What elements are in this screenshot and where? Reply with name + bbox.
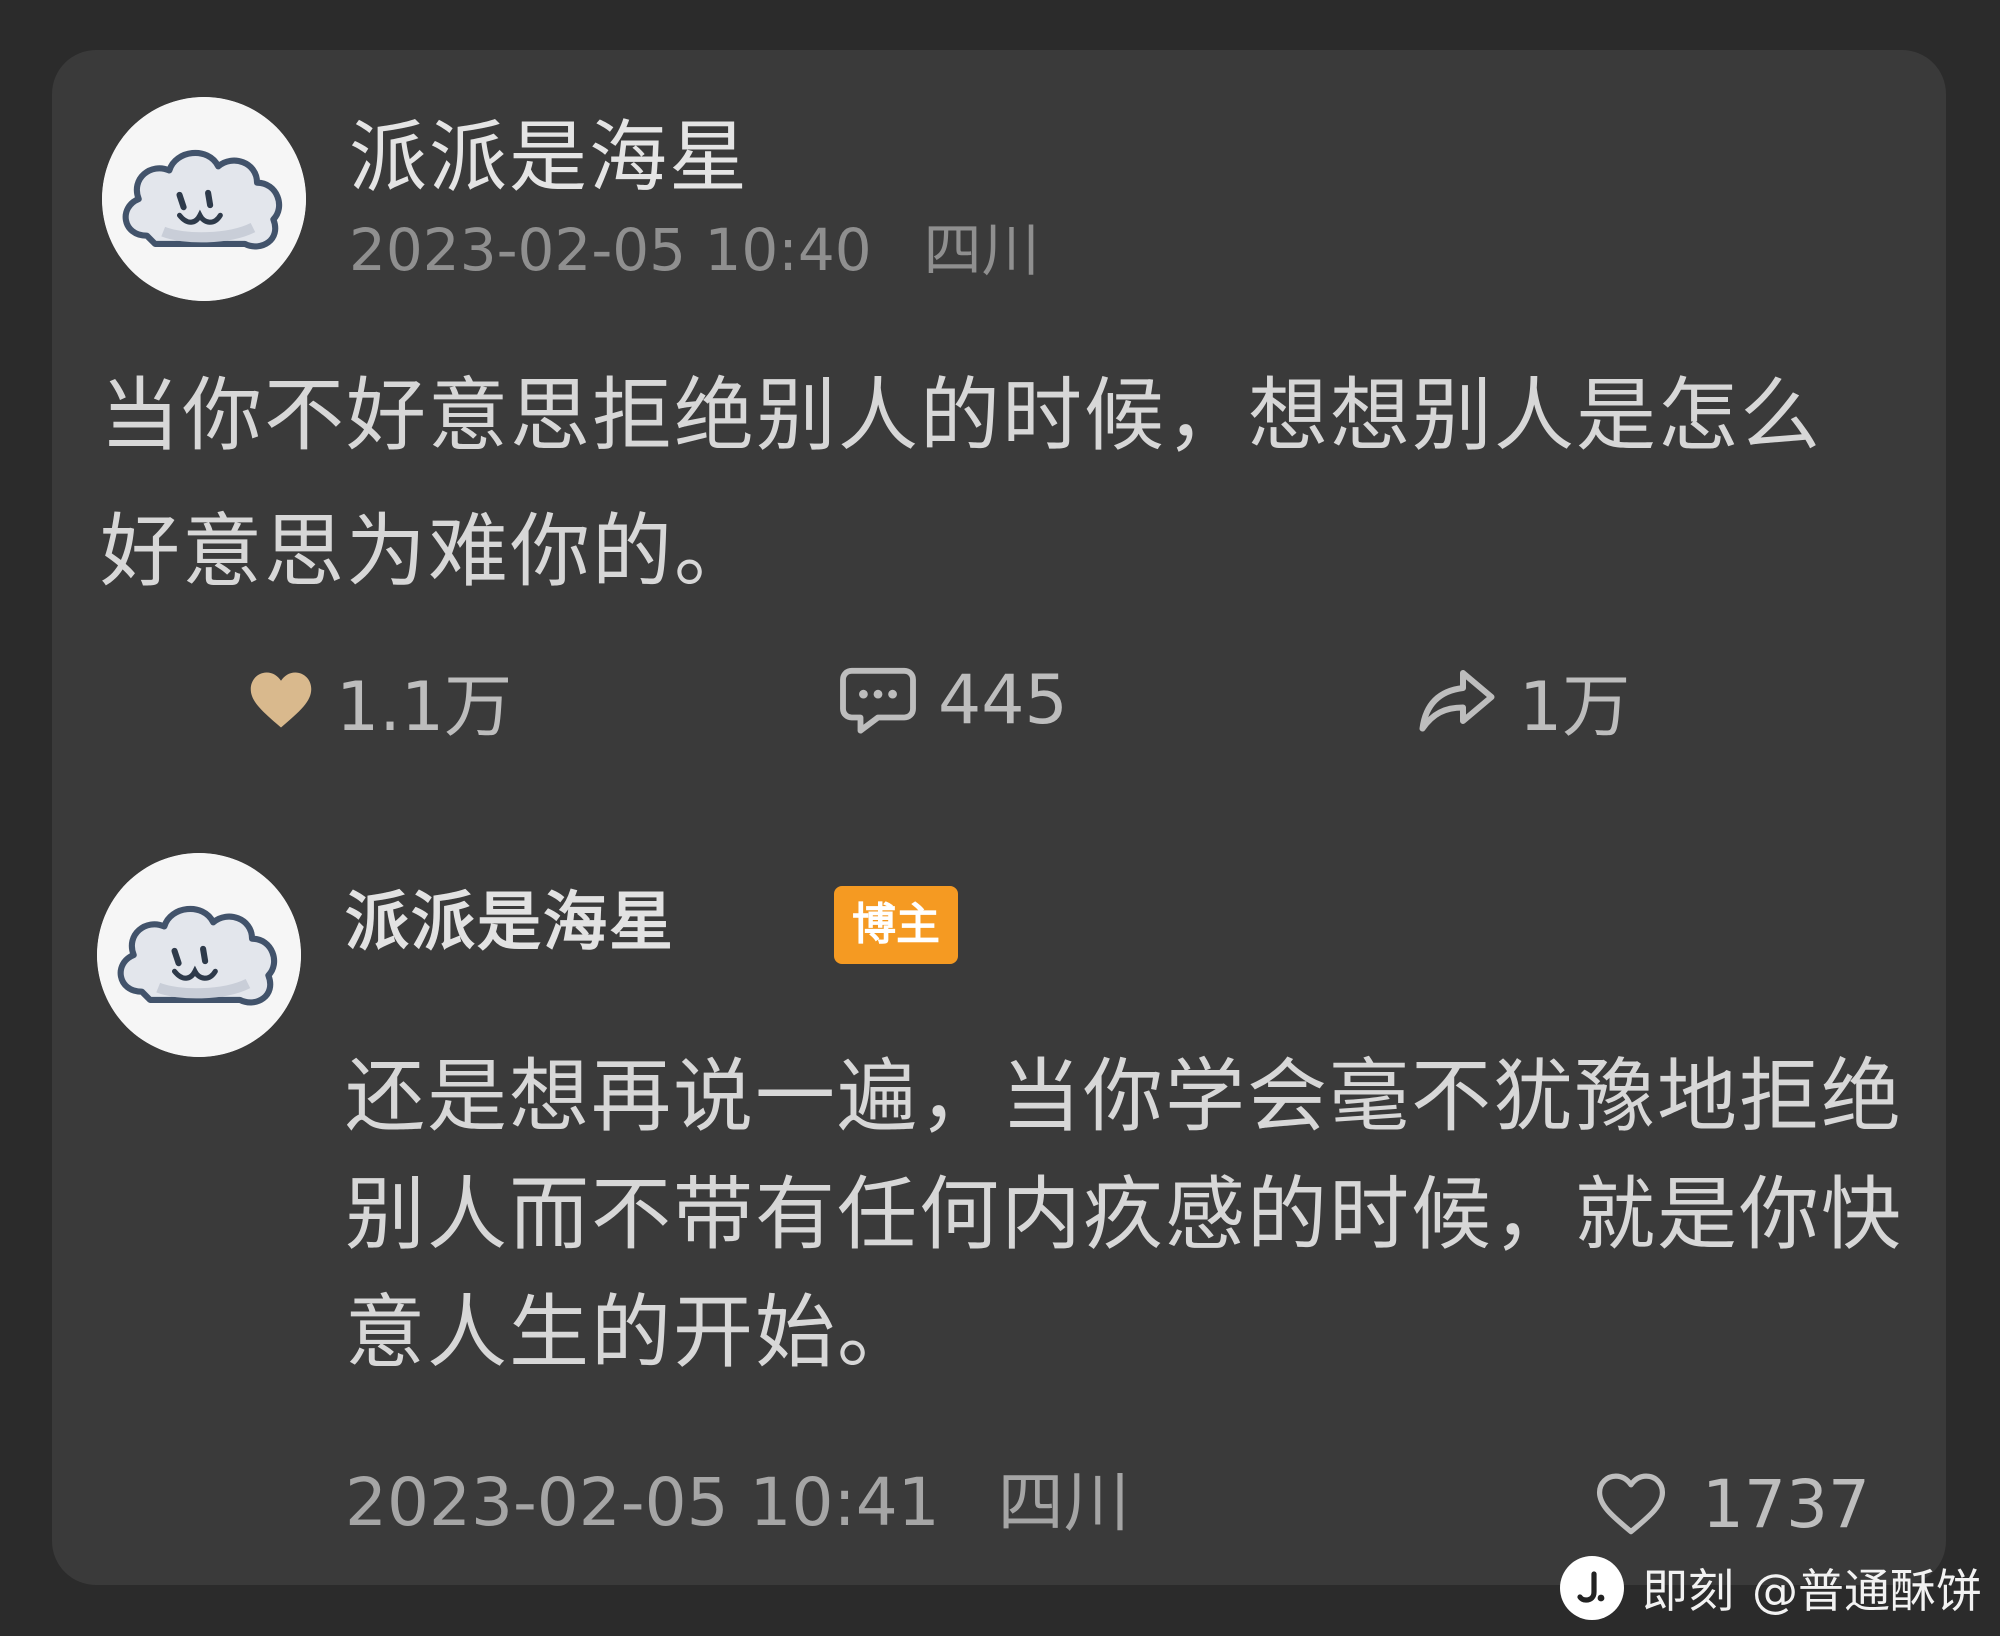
post-actions: 1.1万 445 1万 — [52, 650, 1946, 750]
reply-meta: 2023-02-05 10:41 四川 — [345, 1460, 1130, 1546]
reply-author-name[interactable]: 派派是海星 — [345, 883, 675, 963]
reply-body: 还是想再说一遍，当你学会毫不犹豫地拒绝别人而不带有任何内疚感的时候，就是你快意人… — [345, 1050, 1903, 1379]
share-count: 1万 — [1519, 667, 1631, 747]
cloud-avatar-icon[interactable] — [97, 853, 301, 1057]
post-author-name[interactable]: 派派是海星 — [349, 108, 749, 208]
heart-outline-icon — [1596, 1473, 1666, 1535]
watermark-handle: @普通酥饼 — [1752, 1564, 1982, 1618]
watermark: 即刻 @普通酥饼 — [1560, 1548, 1982, 1628]
share-button[interactable]: 1万 — [1417, 650, 1630, 750]
post-timestamp: 2023-02-05 10:40 — [349, 216, 872, 284]
reply-location: 四川 — [997, 1464, 1130, 1541]
jike-logo-icon — [1560, 1556, 1624, 1620]
cloud-avatar-icon[interactable] — [102, 97, 306, 301]
post-body: 当你不好意思拒绝别人的时候，想想别人是怎么好意思为难你的。 — [100, 369, 1822, 598]
like-button[interactable]: 1.1万 — [248, 650, 512, 750]
post-meta: 2023-02-05 10:40 四川 — [349, 215, 1040, 285]
watermark-app: 即刻 — [1642, 1564, 1734, 1618]
author-badge: 博主 — [834, 886, 958, 964]
reply-like-count: 1737 — [1702, 1465, 1870, 1543]
share-arrow-icon — [1419, 670, 1495, 732]
reply-like-button[interactable]: 1737 — [1596, 1456, 1870, 1552]
comment-count: 445 — [938, 660, 1068, 740]
comment-button[interactable]: 445 — [840, 650, 1068, 750]
like-count: 1.1万 — [336, 667, 513, 747]
reply-timestamp: 2023-02-05 10:41 — [345, 1464, 940, 1541]
comment-bubble-icon — [840, 667, 916, 734]
post-card: 派派是海星 2023-02-05 10:40 四川 当你不好意思拒绝别人的时候，想… — [52, 50, 1946, 1585]
post-location: 四川 — [923, 216, 1040, 284]
heart-filled-icon — [250, 672, 312, 728]
